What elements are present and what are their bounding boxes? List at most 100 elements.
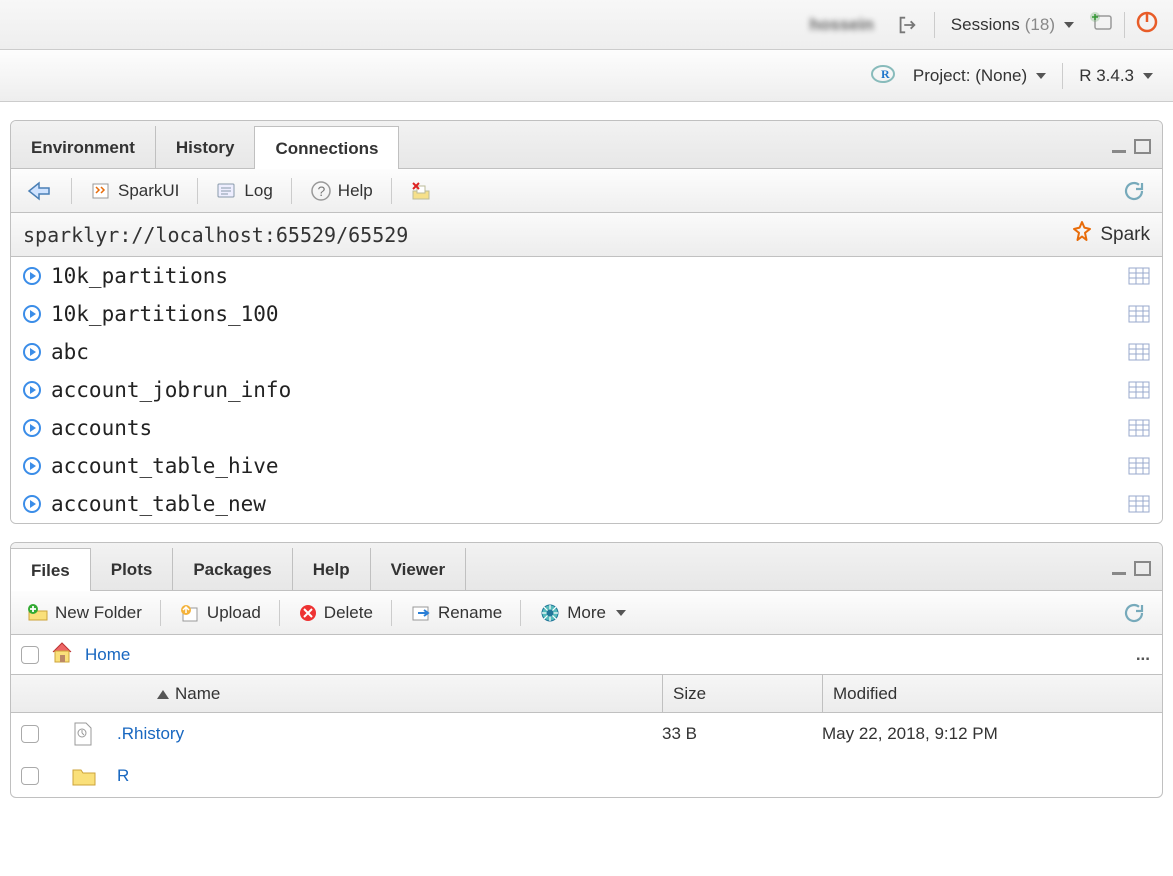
header-size[interactable]: Size — [662, 675, 822, 712]
table-row[interactable]: account_table_new — [11, 485, 1162, 523]
separator — [160, 600, 161, 626]
minimize-icon[interactable] — [1110, 140, 1130, 160]
header-name[interactable]: Name — [117, 684, 662, 704]
preview-table-icon[interactable] — [1128, 495, 1150, 513]
table-row[interactable]: accounts — [11, 409, 1162, 447]
files-pane: Files Plots Packages Help Viewer New Fol… — [10, 542, 1163, 798]
r-logo-icon: R — [871, 61, 897, 90]
table-name: account_jobrun_info — [51, 378, 1128, 402]
connection-string: sparklyr://localhost:65529/65529 — [23, 223, 408, 247]
signout-icon[interactable] — [890, 12, 924, 38]
upload-button[interactable]: Upload — [173, 601, 267, 625]
preview-table-icon[interactable] — [1128, 457, 1150, 475]
new-folder-label: New Folder — [55, 603, 142, 623]
file-name[interactable]: R — [117, 766, 662, 786]
connection-string-bar: sparklyr://localhost:65529/65529 Spark — [11, 213, 1162, 257]
header-modified[interactable]: Modified — [822, 675, 1152, 712]
divider — [1062, 63, 1063, 89]
expand-icon[interactable] — [23, 381, 41, 399]
preview-table-icon[interactable] — [1128, 419, 1150, 437]
project-label: Project: (None) — [913, 66, 1027, 86]
file-row[interactable]: R — [11, 755, 1162, 797]
minimize-icon[interactable] — [1110, 562, 1130, 582]
delete-button[interactable]: Delete — [292, 601, 379, 625]
new-folder-button[interactable]: New Folder — [21, 601, 148, 625]
project-dropdown[interactable]: Project: (None) — [907, 64, 1052, 88]
tab-files[interactable]: Files — [11, 548, 91, 591]
table-row[interactable]: 10k_partitions — [11, 257, 1162, 295]
disconnect-button[interactable] — [404, 178, 440, 204]
tab-environment[interactable]: Environment — [11, 126, 156, 168]
file-list-header: Name Size Modified — [11, 675, 1162, 713]
r-version-label: R 3.4.3 — [1079, 66, 1134, 86]
separator — [520, 600, 521, 626]
connections-tabrow: Environment History Connections — [11, 121, 1162, 169]
preview-table-icon[interactable] — [1128, 381, 1150, 399]
tab-plots[interactable]: Plots — [91, 548, 174, 590]
row-checkbox[interactable] — [21, 767, 39, 785]
sessions-label: Sessions — [951, 15, 1020, 35]
connection-type: Spark — [1070, 220, 1150, 250]
back-button[interactable] — [21, 178, 59, 204]
refresh-button[interactable] — [1116, 177, 1152, 205]
spark-icon — [1070, 220, 1094, 250]
folder-icon — [71, 765, 117, 787]
delete-label: Delete — [324, 603, 373, 623]
table-row[interactable]: account_table_hive — [11, 447, 1162, 485]
separator — [279, 600, 280, 626]
table-name: accounts — [51, 416, 1128, 440]
file-name[interactable]: .Rhistory — [117, 724, 662, 744]
preview-table-icon[interactable] — [1128, 343, 1150, 361]
separator — [291, 178, 292, 204]
username: hossein — [804, 15, 880, 35]
sparkui-label: SparkUI — [118, 181, 179, 201]
refresh-button[interactable] — [1116, 599, 1152, 627]
separator — [71, 178, 72, 204]
tab-help[interactable]: Help — [293, 548, 371, 590]
table-name: abc — [51, 340, 1128, 364]
expand-icon[interactable] — [23, 419, 41, 437]
project-bar: R Project: (None) R 3.4.3 — [0, 50, 1173, 102]
expand-icon[interactable] — [23, 457, 41, 475]
log-button[interactable]: Log — [210, 179, 278, 203]
expand-icon[interactable] — [23, 495, 41, 513]
table-row[interactable]: 10k_partitions_100 — [11, 295, 1162, 333]
home-icon[interactable] — [49, 640, 75, 669]
preview-table-icon[interactable] — [1128, 267, 1150, 285]
breadcrumb-home[interactable]: Home — [85, 645, 130, 665]
file-icon — [71, 721, 117, 747]
file-row[interactable]: .Rhistory 33 B May 22, 2018, 9:12 PM — [11, 713, 1162, 755]
tab-connections[interactable]: Connections — [254, 126, 399, 169]
rename-button[interactable]: Rename — [404, 601, 508, 625]
tab-history[interactable]: History — [156, 126, 256, 168]
maximize-icon[interactable] — [1134, 139, 1152, 160]
more-path-icon[interactable]: ... — [1136, 645, 1150, 665]
log-label: Log — [244, 181, 272, 201]
new-session-icon[interactable] — [1090, 12, 1114, 37]
maximize-icon[interactable] — [1134, 561, 1152, 582]
expand-icon[interactable] — [23, 343, 41, 361]
expand-icon[interactable] — [23, 305, 41, 323]
connections-toolbar: SparkUI Log ? Help — [11, 169, 1162, 213]
upload-label: Upload — [207, 603, 261, 623]
breadcrumb-bar: Home ... — [11, 635, 1162, 675]
divider — [1124, 12, 1125, 38]
r-version-dropdown[interactable]: R 3.4.3 — [1073, 64, 1159, 88]
help-button[interactable]: ? Help — [304, 178, 379, 204]
expand-icon[interactable] — [23, 267, 41, 285]
table-row[interactable]: account_jobrun_info — [11, 371, 1162, 409]
tab-viewer[interactable]: Viewer — [371, 548, 467, 590]
sparkui-button[interactable]: SparkUI — [84, 179, 185, 203]
table-name: 10k_partitions_100 — [51, 302, 1128, 326]
connections-pane: Environment History Connections SparkUI … — [10, 120, 1163, 524]
row-checkbox[interactable] — [21, 725, 39, 743]
quit-icon[interactable] — [1135, 10, 1159, 39]
preview-table-icon[interactable] — [1128, 305, 1150, 323]
more-dropdown[interactable]: More — [533, 600, 632, 626]
files-tabrow: Files Plots Packages Help Viewer — [11, 543, 1162, 591]
tab-packages[interactable]: Packages — [173, 548, 292, 590]
select-all-checkbox[interactable] — [21, 646, 39, 664]
sessions-dropdown[interactable]: Sessions (18) — [945, 13, 1080, 37]
sessions-count: (18) — [1025, 15, 1055, 35]
table-row[interactable]: abc — [11, 333, 1162, 371]
